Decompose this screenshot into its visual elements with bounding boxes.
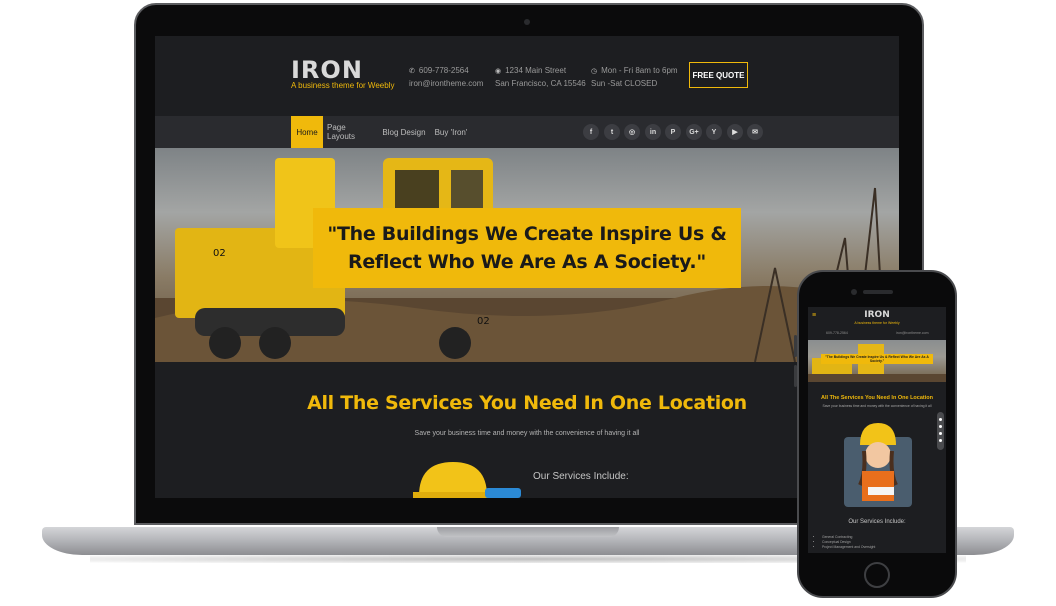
twitter-icon[interactable]: t bbox=[604, 124, 620, 140]
slider-pagination bbox=[937, 412, 944, 450]
mobile-services-include-heading: Our Services Include: bbox=[848, 519, 906, 525]
slider-dot[interactable] bbox=[939, 418, 942, 421]
phone-number[interactable]: 609-778-2564 bbox=[419, 66, 469, 75]
email-address[interactable]: iron@irontheme.com bbox=[409, 78, 483, 90]
phone-icon: ✆ bbox=[409, 68, 415, 75]
site-tagline: A business theme for Weebly bbox=[291, 81, 395, 90]
mobile-services-title: All The Services You Need In One Locatio… bbox=[821, 395, 933, 401]
clock-icon: ◷ bbox=[591, 68, 598, 75]
instagram-icon[interactable]: ◎ bbox=[624, 124, 640, 140]
hero-quote-line2: Reflect Who We Are As A Society." bbox=[348, 251, 706, 273]
location-pin-icon: ◉ bbox=[495, 68, 502, 75]
hardhat-icon bbox=[413, 462, 521, 498]
mobile-hero-quote: "The Buildings We Create Inspire Us & Re… bbox=[821, 354, 933, 364]
laptop-screen: IRON A business theme for Weebly ✆ 609-77… bbox=[155, 36, 899, 498]
phone-volume-button bbox=[794, 335, 797, 357]
phone-screen: ≡ IRON A business theme for Weebly 609-7… bbox=[808, 307, 946, 553]
list-item: Project Management and Oversight bbox=[822, 545, 875, 550]
slider-dot[interactable] bbox=[939, 439, 942, 442]
nav-item-home[interactable]: Home bbox=[291, 116, 323, 148]
mobile-email[interactable]: iron@irontheme.com bbox=[896, 331, 929, 335]
phone-home-button[interactable] bbox=[864, 562, 890, 588]
laptop-camera bbox=[524, 19, 530, 25]
services-include-heading: Our Services Include: bbox=[533, 471, 629, 482]
free-quote-button[interactable]: FREE QUOTE bbox=[689, 62, 748, 88]
phone-volume-button bbox=[794, 365, 797, 387]
mobile-hero: "The Buildings We Create Inspire Us & Re… bbox=[808, 340, 946, 382]
slider-dot[interactable] bbox=[939, 425, 942, 428]
hero-quote: "The Buildings We Create Inspire Us & Re… bbox=[313, 208, 741, 288]
address-line1: 1234 Main Street bbox=[505, 66, 567, 75]
google-plus-icon[interactable]: G+ bbox=[686, 124, 702, 140]
mobile-services-subtitle: Save your business time and money with t… bbox=[822, 404, 932, 408]
hero-banner: 02 02 "The Buildings We Create Inspire U… bbox=[155, 148, 899, 362]
mobile-tagline: A business theme for Weebly bbox=[854, 321, 900, 325]
linkedin-icon[interactable]: in bbox=[645, 124, 661, 140]
excavator-number-left: 02 bbox=[213, 248, 226, 259]
construction-worker-illustration bbox=[844, 423, 912, 507]
nav-item-blog-design[interactable]: Blog Design bbox=[381, 116, 427, 148]
contact-phone-email: ✆ 609-778-2564 iron@irontheme.com bbox=[409, 65, 483, 90]
contact-address: ◉ 1234 Main Street San Francisco, CA 1554… bbox=[495, 65, 586, 90]
contact-hours: ◷ Mon - Fri 8am to 6pm Sun -Sat CLOSED bbox=[591, 65, 678, 90]
facebook-icon[interactable]: f bbox=[583, 124, 599, 140]
slider-dot[interactable] bbox=[939, 432, 942, 435]
hours-line2: Sun -Sat CLOSED bbox=[591, 79, 658, 88]
mobile-services-list: General Contracting Conceptual Design Pr… bbox=[822, 535, 875, 550]
services-subtitle: Save your business time and money with t… bbox=[414, 430, 640, 437]
hours-line1: Mon - Fri 8am to 6pm bbox=[601, 66, 678, 75]
mobile-logo[interactable]: IRON bbox=[808, 310, 946, 320]
main-nav: Home Page Layouts Blog Design Buy 'Iron' bbox=[155, 116, 899, 148]
services-title: All The Services You Need In One Locatio… bbox=[307, 392, 747, 414]
phone-speaker bbox=[863, 290, 893, 294]
nav-item-buy-iron[interactable]: Buy 'Iron' bbox=[433, 116, 469, 148]
youtube-icon[interactable]: ▶ bbox=[727, 124, 743, 140]
pinterest-icon[interactable]: P bbox=[665, 124, 681, 140]
nav-item-page-layouts[interactable]: Page Layouts bbox=[327, 116, 375, 148]
site-header: IRON A business theme for Weebly ✆ 609-77… bbox=[155, 36, 899, 116]
mobile-phone[interactable]: 609-778-2564 bbox=[826, 331, 848, 335]
yelp-icon[interactable]: Y bbox=[706, 124, 722, 140]
excavator-number-right: 02 bbox=[477, 316, 490, 327]
phone-camera bbox=[851, 289, 857, 295]
address-line2: San Francisco, CA 15546 bbox=[495, 79, 586, 88]
laptop-notch bbox=[437, 527, 619, 537]
site-logo[interactable]: IRON bbox=[291, 56, 363, 84]
mail-icon[interactable]: ✉ bbox=[747, 124, 763, 140]
hero-quote-line1: "The Buildings We Create Inspire Us & bbox=[327, 223, 727, 245]
